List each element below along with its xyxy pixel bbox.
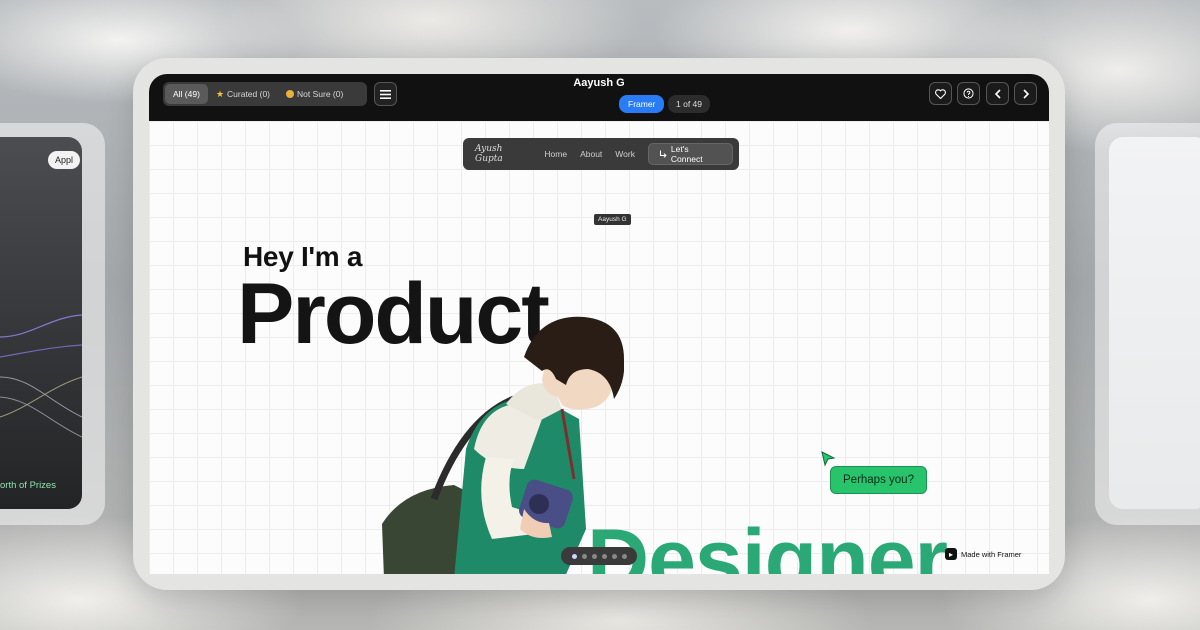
cursor-name-tag: Aayush G <box>594 214 631 225</box>
pointer-cursor-icon <box>821 451 835 467</box>
help-button[interactable] <box>957 82 980 105</box>
previous-button[interactable] <box>986 82 1009 105</box>
perhaps-you-bubble: Perhaps you? <box>830 466 927 494</box>
pager-dot[interactable] <box>611 553 617 559</box>
pager-dot[interactable] <box>621 553 627 559</box>
position-counter: 1 of 49 <box>668 95 710 113</box>
chevron-right-icon <box>1022 88 1029 99</box>
next-preview-screen <box>1109 137 1200 509</box>
tool-badge[interactable]: Framer <box>619 95 665 113</box>
favorite-button[interactable] <box>929 82 952 105</box>
designer-illustration <box>382 316 624 574</box>
slide-pager <box>561 547 637 565</box>
top-toolbar: All (49) ★ Curated (0) Not Sure (0) Aayu… <box>149 74 1049 121</box>
filter-curated-label: Curated (0) <box>227 89 271 99</box>
site-navbar: Ayush Gupta Home About Work Let's Connec… <box>463 138 739 170</box>
framer-logo-icon: ▸ <box>945 548 957 560</box>
preview-graph <box>0 314 82 438</box>
nav-link-work[interactable]: Work <box>615 149 635 159</box>
filter-all-label: All (49) <box>173 89 200 99</box>
connect-label: Let's Connect <box>670 144 703 164</box>
pager-dot[interactable] <box>581 553 587 559</box>
previous-preview-screen: Appl orth of Prizes <box>0 137 82 509</box>
nav-link-home[interactable]: Home <box>544 149 567 159</box>
site-brand[interactable]: Ayush Gupta <box>475 144 532 164</box>
hamburger-icon <box>380 89 391 99</box>
next-preview-card[interactable] <box>1095 123 1200 525</box>
page-title: Aayush G <box>573 77 625 89</box>
next-button[interactable] <box>1014 82 1037 105</box>
device-screen: All (49) ★ Curated (0) Not Sure (0) Aayu… <box>149 74 1049 574</box>
made-with-framer-badge[interactable]: ▸ Made with Framer <box>945 548 1021 560</box>
device-frame: All (49) ★ Curated (0) Not Sure (0) Aayu… <box>133 58 1065 590</box>
website-preview: Ayush Gupta Home About Work Let's Connec… <box>149 121 1049 574</box>
corner-arrow-icon <box>659 150 667 158</box>
hero-title-designer: Designer <box>587 512 948 574</box>
filter-not-sure-label: Not Sure (0) <box>297 89 344 99</box>
pager-dot[interactable] <box>571 553 577 559</box>
made-with-label: Made with Framer <box>961 549 1022 559</box>
preview-prize-text: orth of Prizes <box>0 480 56 491</box>
question-icon <box>963 88 974 99</box>
nav-link-about[interactable]: About <box>580 149 602 159</box>
preview-pill: Appl <box>47 151 80 169</box>
heart-icon <box>935 88 946 99</box>
star-icon: ★ <box>215 88 225 99</box>
coin-icon <box>286 90 295 98</box>
pager-dot[interactable] <box>601 553 607 559</box>
connect-button[interactable]: Let's Connect <box>647 143 733 165</box>
previous-preview-card[interactable]: Appl orth of Prizes <box>0 123 105 525</box>
chevron-left-icon <box>994 88 1001 99</box>
pager-dot[interactable] <box>591 553 597 559</box>
